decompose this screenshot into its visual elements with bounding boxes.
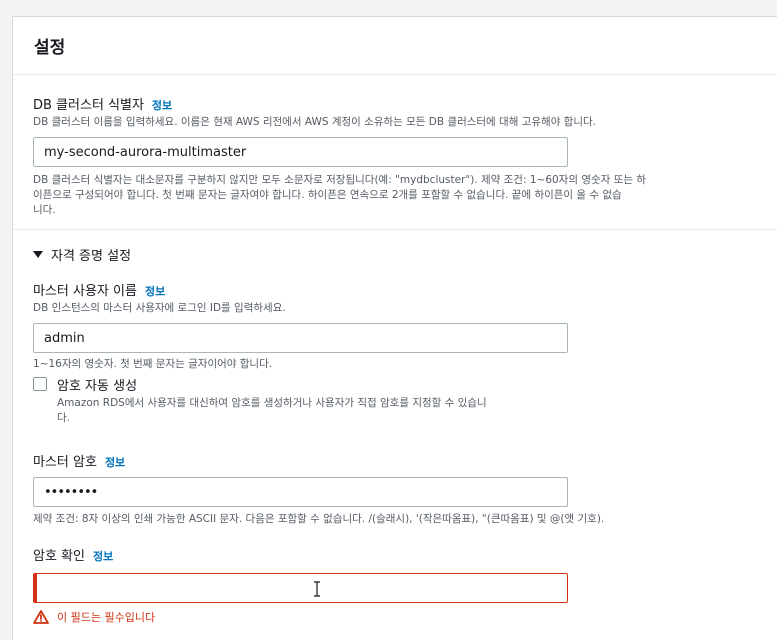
settings-panel: 설정 DB 클러스터 식별자 정보 DB 클러스터 이름을 입력하세요. 이름은…: [12, 16, 777, 640]
cluster-id-constraint-line1: DB 클러스터 식별자는 대소문자를 구분하지 않지만 모두 소문자로 저장됩니…: [33, 174, 646, 186]
cluster-id-constraint-line2: 이픈으로 구성되어야 합니다. 첫 번째 문자는 글자여야 합니다. 하이픈은 …: [33, 189, 622, 201]
master-username-input[interactable]: admin: [33, 323, 568, 353]
cluster-id-constraint-line3: 니다.: [33, 204, 56, 216]
credentials-expander[interactable]: 자격 증명 설정: [33, 245, 763, 264]
cluster-id-value: my-second-aurora-multimaster: [44, 144, 247, 160]
auto-password-section: 암호 자동 생성 Amazon RDS에서 사용자를 대신하여 암호를 생성하거…: [33, 375, 763, 426]
panel-title: 설정: [34, 38, 66, 58]
master-password-value: ••••••••: [44, 484, 98, 500]
master-username-info-link[interactable]: 정보: [145, 283, 165, 299]
confirm-password-info-link[interactable]: 정보: [93, 548, 113, 564]
confirm-password-section: 암호 확인 정보 이 필드는 필수입니다: [33, 545, 763, 625]
cluster-id-description: DB 클러스터 이름을 입력하세요. 이름은 현재 AWS 리전에서 AWS 계…: [33, 116, 597, 128]
credentials-title: 자격 증명 설정: [51, 249, 132, 264]
master-password-section: 마스터 암호 정보 •••••••• 제약 조건: 8자 이상의 인쇄 가능한 …: [33, 451, 763, 527]
master-password-label: 마스터 암호: [33, 455, 97, 470]
master-password-input[interactable]: ••••••••: [33, 477, 568, 507]
cluster-id-input[interactable]: my-second-aurora-multimaster: [33, 137, 568, 167]
master-username-section: 마스터 사용자 이름 정보 DB 인스턴스의 마스터 사용자에 로그인 ID를 …: [33, 280, 763, 372]
confirm-password-error: 이 필드는 필수입니다: [33, 609, 763, 625]
caret-down-icon: [33, 251, 43, 258]
cluster-id-info-link[interactable]: 정보: [152, 97, 172, 113]
auto-password-description-line2: 다.: [57, 412, 70, 424]
panel-header: 설정: [13, 17, 777, 75]
warning-icon: [33, 610, 49, 624]
master-username-value: admin: [44, 330, 85, 346]
text-cursor-icon: [314, 581, 320, 597]
master-password-info-link[interactable]: 정보: [105, 454, 125, 470]
master-username-constraint: 1~16자의 영숫자. 첫 번째 문자는 글자이어야 합니다.: [33, 358, 273, 370]
confirm-password-label: 암호 확인: [33, 549, 85, 564]
confirm-password-error-text: 이 필드는 필수입니다: [57, 611, 156, 624]
cluster-id-constraint: DB 클러스터 식별자는 대소문자를 구분하지 않지만 모두 소문자로 저장됩니…: [33, 173, 763, 218]
auto-password-label: 암호 자동 생성: [57, 379, 138, 394]
cluster-id-section: DB 클러스터 식별자 정보 DB 클러스터 이름을 입력하세요. 이름은 현재…: [33, 94, 763, 218]
master-username-label: 마스터 사용자 이름: [33, 284, 137, 299]
master-password-constraint: 제약 조건: 8자 이상의 인쇄 가능한 ASCII 문자. 다음은 포함할 수…: [33, 513, 605, 525]
auto-password-description-line1: Amazon RDS에서 사용자를 대신하여 암호를 생성하거나 사용자가 직접…: [57, 397, 487, 409]
credentials-section: 자격 증명 설정: [33, 245, 763, 264]
section-divider: [13, 229, 777, 230]
cluster-id-label: DB 클러스터 식별자: [33, 98, 144, 113]
auto-password-checkbox[interactable]: [33, 377, 47, 391]
confirm-password-input[interactable]: [33, 573, 568, 603]
master-username-description: DB 인스턴스의 마스터 사용자에 로그인 ID를 입력하세요.: [33, 302, 286, 314]
